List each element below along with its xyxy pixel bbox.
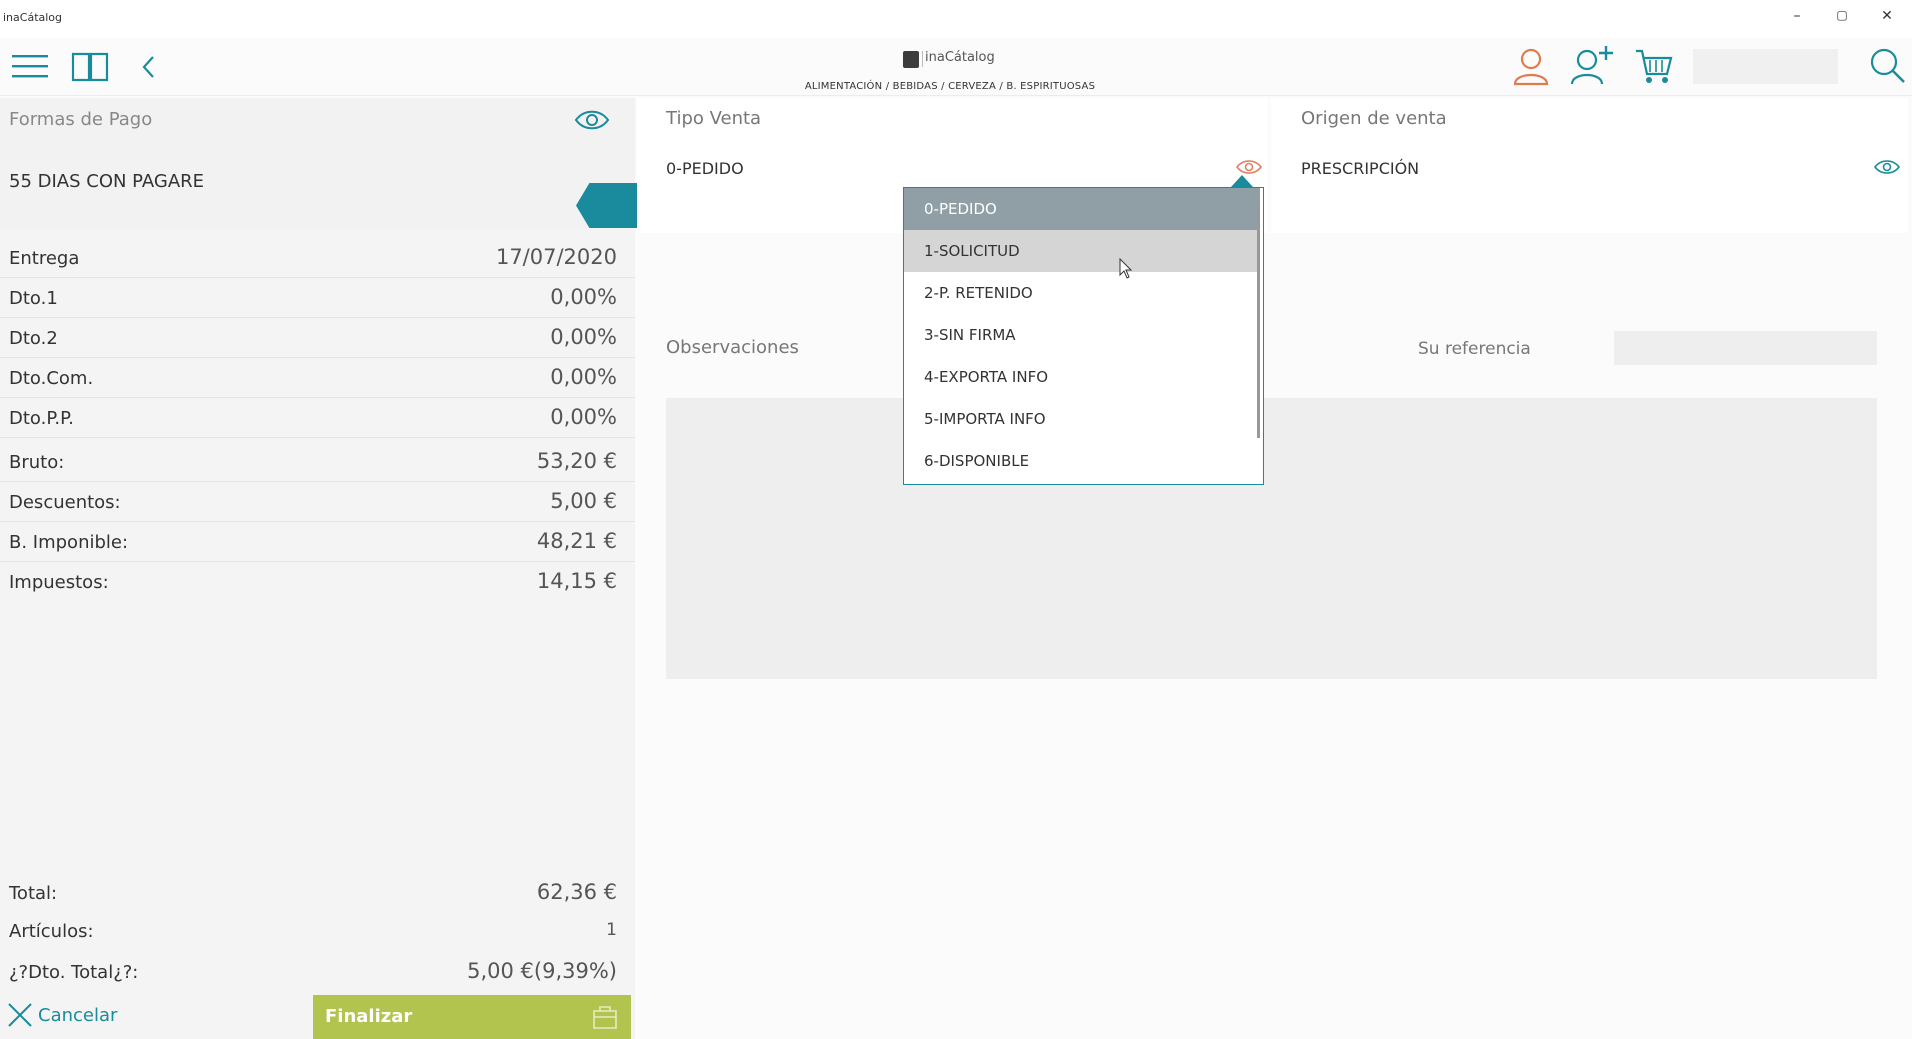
logo-divider	[922, 51, 923, 67]
total-label: Total:	[9, 883, 58, 904]
total-discount-value: 5,00 €(9,39%)	[467, 959, 617, 983]
detail-value: 14,15 €	[536, 569, 617, 593]
book-icon[interactable]	[70, 50, 110, 84]
payment-method-value: 55 DIAS CON PAGARE	[9, 171, 205, 192]
close-x-icon[interactable]	[6, 1001, 34, 1029]
detail-label: Dto.1	[9, 288, 58, 309]
sale-origin-label: Origen de venta	[1301, 108, 1447, 129]
detail-row: Dto.2 0,00%	[0, 318, 635, 358]
your-reference-label: Su referencia	[1418, 339, 1531, 359]
detail-label: Dto.Com.	[9, 368, 94, 389]
detail-label: B. Imponible:	[9, 532, 129, 553]
articles-row: Artículos: 1	[0, 913, 635, 953]
logo-text: inaCátalog	[925, 50, 995, 65]
your-reference-input[interactable]	[1614, 331, 1877, 365]
detail-row: Bruto: 53,20 €	[0, 442, 635, 482]
detail-row: Dto.1 0,00%	[0, 278, 635, 318]
detail-label: Dto.P.P.	[9, 408, 74, 429]
bag-icon[interactable]	[591, 1002, 619, 1030]
sale-type-label: Tipo Venta	[666, 108, 762, 129]
detail-row: Dto.Com. 0,00%	[0, 358, 635, 398]
sale-origin-value[interactable]: PRESCRIPCIÓN	[1301, 159, 1419, 178]
payment-eye-icon[interactable]	[574, 107, 610, 133]
detail-value: 48,21 €	[536, 529, 617, 553]
detail-row: Dto.P.P. 0,00%	[0, 398, 635, 438]
sale-type-dropdown[interactable]: 0-PEDIDO 1-SOLICITUD 2-P. RETENIDO 3-SIN…	[903, 187, 1264, 485]
detail-row: Descuentos: 5,00 €	[0, 482, 635, 522]
detail-row: B. Imponible: 48,21 €	[0, 522, 635, 562]
detail-value[interactable]: 0,00%	[550, 325, 617, 349]
sale-type-value[interactable]: 0-PEDIDO	[666, 159, 744, 178]
dropdown-option[interactable]: 6-DISPONIBLE	[904, 440, 1260, 482]
back-chevron-icon[interactable]	[139, 54, 159, 80]
detail-label: Descuentos:	[9, 492, 121, 513]
detail-value[interactable]: 17/07/2020	[496, 245, 617, 269]
dropdown-option[interactable]: 3-SIN FIRMA	[904, 314, 1260, 356]
detail-row: Entrega 17/07/2020	[0, 238, 635, 278]
sale-origin-eye-icon[interactable]	[1874, 157, 1900, 177]
app-title: inaCátalog	[3, 11, 63, 24]
window-titlebar	[0, 0, 1912, 38]
cart-icon[interactable]	[1634, 46, 1674, 86]
detail-label: Impuestos:	[9, 572, 109, 593]
add-user-icon[interactable]	[1570, 44, 1614, 86]
logo-icon	[903, 51, 919, 68]
total-discount-label: ¿?Dto. Total¿?:	[9, 962, 139, 983]
detail-label: Bruto:	[9, 452, 65, 473]
articles-label: Artículos:	[9, 921, 94, 942]
sale-type-eye-icon[interactable]	[1236, 157, 1262, 177]
cancel-label[interactable]: Cancelar	[38, 1005, 117, 1026]
dropdown-option[interactable]: 5-IMPORTA INFO	[904, 398, 1260, 440]
close-button[interactable]: ✕	[1869, 8, 1905, 30]
detail-label: Entrega	[9, 248, 80, 269]
finish-label[interactable]: Finalizar	[325, 1006, 412, 1027]
total-discount-row: ¿?Dto. Total¿?: 5,00 €(9,39%)	[0, 952, 635, 992]
total-row: Total: 62,36 €	[0, 873, 635, 913]
dropdown-scrollbar[interactable]	[1257, 204, 1260, 438]
breadcrumb: ALIMENTACIÓN / BEBIDAS / CERVEZA / B. ES…	[804, 81, 1096, 92]
dropdown-option[interactable]: 0-PEDIDO	[904, 188, 1260, 230]
detail-value[interactable]: 0,00%	[550, 285, 617, 309]
mouse-cursor-icon	[1119, 258, 1133, 279]
detail-label: Dto.2	[9, 328, 58, 349]
header-search-field[interactable]	[1693, 49, 1838, 84]
minimize-button[interactable]: –	[1779, 8, 1815, 30]
detail-row: Impuestos: 14,15 €	[0, 562, 635, 602]
menu-icon[interactable]	[10, 52, 50, 82]
detail-value[interactable]: 0,00%	[550, 405, 617, 429]
dropdown-option[interactable]: 1-SOLICITUD	[904, 230, 1260, 272]
observations-label: Observaciones	[666, 337, 799, 358]
total-value: 62,36 €	[536, 880, 617, 904]
maximize-button[interactable]: ▢	[1824, 8, 1860, 30]
dropdown-option[interactable]: 4-EXPORTA INFO	[904, 356, 1260, 398]
dropdown-caret	[1231, 175, 1253, 187]
detail-value[interactable]: 0,00%	[550, 365, 617, 389]
observations-textarea[interactable]	[666, 398, 1877, 679]
detail-value: 53,20 €	[536, 449, 617, 473]
detail-value: 5,00 €	[550, 489, 617, 513]
search-icon[interactable]	[1869, 47, 1907, 85]
payment-method-label: Formas de Pago	[9, 109, 153, 130]
articles-value: 1	[606, 920, 617, 940]
user-icon[interactable]	[1512, 46, 1550, 86]
dropdown-option[interactable]: 2-P. RETENIDO	[904, 272, 1260, 314]
